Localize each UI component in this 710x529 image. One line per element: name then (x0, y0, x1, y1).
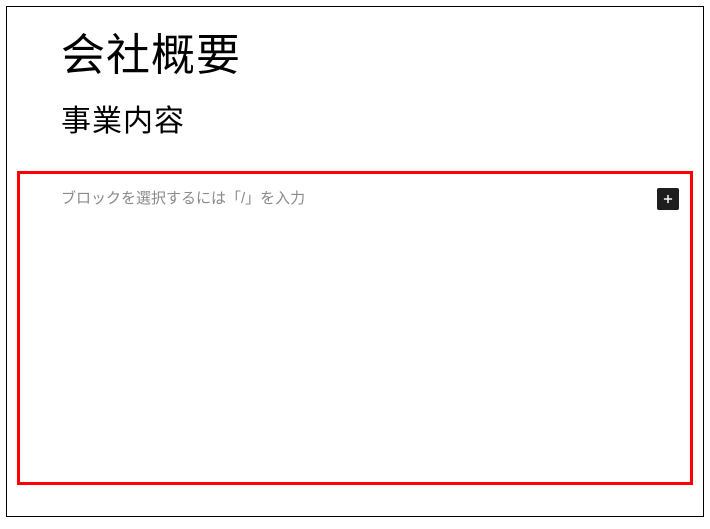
add-block-button[interactable] (657, 188, 679, 210)
block-input[interactable] (61, 187, 645, 211)
page-title[interactable]: 会社概要 (61, 27, 703, 84)
empty-block-row (61, 187, 679, 211)
plus-icon (661, 192, 675, 206)
editor-frame: 会社概要 事業内容 (6, 6, 704, 517)
annotation-highlight (17, 171, 693, 485)
section-heading[interactable]: 事業内容 (61, 102, 703, 141)
content-area: 会社概要 事業内容 (7, 7, 703, 141)
